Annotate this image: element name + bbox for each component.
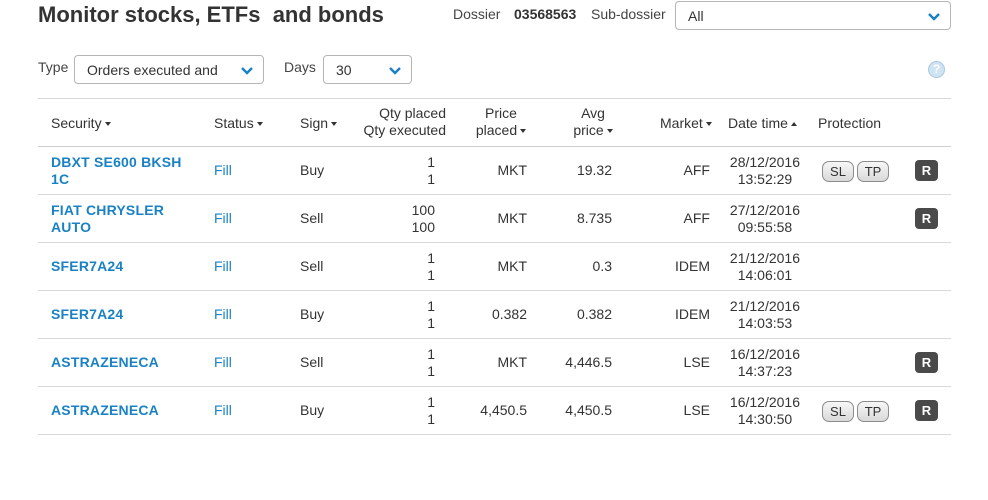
sort-caret-up-icon	[790, 122, 797, 126]
type-label: Type	[38, 59, 69, 75]
table-row: FIAT CHRYSLER AUTO Fill Sell 100 100 MKT 8.735 A…	[38, 195, 951, 243]
qty-values: 11	[427, 250, 435, 283]
col-avg-price[interactable]: Avg price	[568, 105, 618, 139]
avg-price-value: 4,446.5	[565, 354, 612, 370]
qty-values: 11	[427, 298, 435, 331]
type-select-value: Orders executed and	[87, 62, 218, 78]
col-qty[interactable]: Qty placed Qty executed	[364, 105, 447, 139]
avg-price-value: 19.32	[576, 162, 612, 178]
sort-caret-icon	[520, 129, 527, 133]
revoke-button[interactable]: R	[915, 208, 938, 229]
col-qty-executed: Qty executed	[363, 122, 447, 138]
sort-caret-icon	[705, 122, 712, 126]
status-link[interactable]: Fill	[214, 162, 232, 179]
market-value: IDEM	[675, 306, 710, 322]
days-select[interactable]: 30	[323, 55, 412, 84]
status-link[interactable]: Fill	[214, 402, 232, 419]
take-profit-button[interactable]: TP	[857, 401, 889, 422]
security-link[interactable]: SFER7A24	[51, 306, 201, 323]
table-body: DBXT SE600 BKSH 1C Fill Buy 1 1 MKT 19.32 AFF 28/…	[38, 147, 951, 435]
sort-caret-icon	[606, 129, 613, 133]
status-link[interactable]: Fill	[214, 306, 232, 323]
avg-price-value: 8.735	[576, 210, 612, 226]
datetime-value: 16/12/2016 14:30:50	[729, 394, 800, 427]
subdossier-select-value: All	[688, 8, 704, 24]
table-row: SFER7A24 Fill Sell 1 1 MKT 0.3 IDEM 21/12/2016 14…	[38, 243, 951, 291]
subdossier-label: Sub-dossier	[591, 6, 666, 22]
sort-caret-icon	[256, 122, 263, 126]
market-value: AFF	[683, 210, 710, 226]
help-icon[interactable]: ?	[928, 61, 945, 78]
sign-value: Buy	[300, 402, 325, 418]
price-placed-value: MKT	[497, 354, 527, 370]
page-title: Monitor stocks, ETFs and bonds	[38, 2, 384, 27]
qty-values: 11	[427, 394, 435, 427]
stop-loss-button[interactable]: SL	[822, 161, 854, 182]
table-row: SFER7A24 Fill Buy 1 1 0.382 0.382 IDEM 21/12/201…	[38, 291, 951, 339]
col-price-placed[interactable]: Price placed	[471, 105, 531, 139]
market-value: IDEM	[675, 258, 710, 274]
chevron-down-icon	[389, 67, 401, 75]
col-qty-placed: Qty placed	[379, 105, 446, 121]
security-link[interactable]: ASTRAZENECA	[51, 402, 201, 419]
subdossier-select[interactable]: All	[675, 1, 951, 30]
sign-value: Sell	[300, 354, 324, 370]
take-profit-button[interactable]: TP	[857, 161, 889, 182]
market-value: AFF	[683, 162, 710, 178]
type-select[interactable]: Orders executed and	[74, 55, 264, 84]
revoke-button[interactable]: R	[915, 400, 938, 421]
days-select-value: 30	[336, 62, 352, 78]
table-row: ASTRAZENECA Fill Buy 1 1 4,450.5 4,450.5 LSE 16/…	[38, 387, 951, 435]
price-placed-value: 0.382	[491, 306, 527, 322]
sign-value: Buy	[300, 306, 325, 322]
datetime-value: 16/12/2016 14:37:23	[729, 346, 800, 379]
avg-price-value: 0.382	[576, 306, 612, 322]
datetime-value: 21/12/2016 14:06:01	[729, 250, 800, 283]
orders-table: Security Status Sign Qty placed Qty exec…	[38, 98, 951, 435]
market-value: LSE	[683, 354, 710, 370]
table-row: DBXT SE600 BKSH 1C Fill Buy 1 1 MKT 19.32 AFF 28/…	[38, 147, 951, 195]
col-security[interactable]: Security	[51, 115, 111, 132]
status-link[interactable]: Fill	[214, 210, 232, 227]
price-placed-value: MKT	[497, 210, 527, 226]
market-value: LSE	[683, 402, 710, 418]
status-link[interactable]: Fill	[214, 354, 232, 371]
revoke-button[interactable]: R	[915, 160, 938, 181]
col-sign[interactable]: Sign	[300, 115, 338, 132]
datetime-value: 27/12/2016 09:55:58	[729, 202, 800, 235]
chevron-down-icon	[241, 67, 253, 75]
chevron-down-icon	[928, 13, 940, 21]
col-market[interactable]: Market	[660, 115, 712, 132]
datetime-value: 28/12/2016 13:52:29	[729, 154, 800, 187]
security-link[interactable]: SFER7A24	[51, 258, 201, 275]
qty-values: 11	[427, 346, 435, 379]
security-link[interactable]: DBXT SE600 BKSH 1C	[51, 154, 201, 188]
price-placed-value: MKT	[497, 258, 527, 274]
table-row: ASTRAZENECA Fill Sell 1 1 MKT 4,446.5 LSE 16/12/…	[38, 339, 951, 387]
dossier-number: 03568563	[514, 6, 577, 22]
dossier-label: Dossier	[453, 6, 501, 22]
sort-caret-icon	[104, 122, 111, 126]
qty-values: 100 100	[411, 202, 435, 235]
stop-loss-button[interactable]: SL	[822, 401, 854, 422]
table-header: Security Status Sign Qty placed Qty exec…	[38, 98, 951, 147]
col-protection: Protection	[818, 115, 882, 131]
col-datetime[interactable]: Date time	[728, 115, 797, 132]
sign-value: Sell	[300, 258, 324, 274]
avg-price-value: 0.3	[592, 258, 612, 274]
sort-caret-icon	[331, 122, 338, 126]
security-link[interactable]: FIAT CHRYSLER AUTO	[51, 202, 201, 236]
price-placed-value: MKT	[497, 162, 527, 178]
avg-price-value: 4,450.5	[565, 402, 612, 418]
price-placed-value: 4,450.5	[480, 402, 527, 418]
revoke-button[interactable]: R	[915, 352, 938, 373]
status-link[interactable]: Fill	[214, 258, 232, 275]
qty-values: 11	[427, 154, 435, 187]
days-label: Days	[284, 59, 316, 75]
datetime-value: 21/12/2016 14:03:53	[729, 298, 800, 331]
security-link[interactable]: ASTRAZENECA	[51, 354, 201, 371]
sign-value: Buy	[300, 162, 325, 178]
col-status[interactable]: Status	[214, 115, 263, 132]
sign-value: Sell	[300, 210, 324, 226]
